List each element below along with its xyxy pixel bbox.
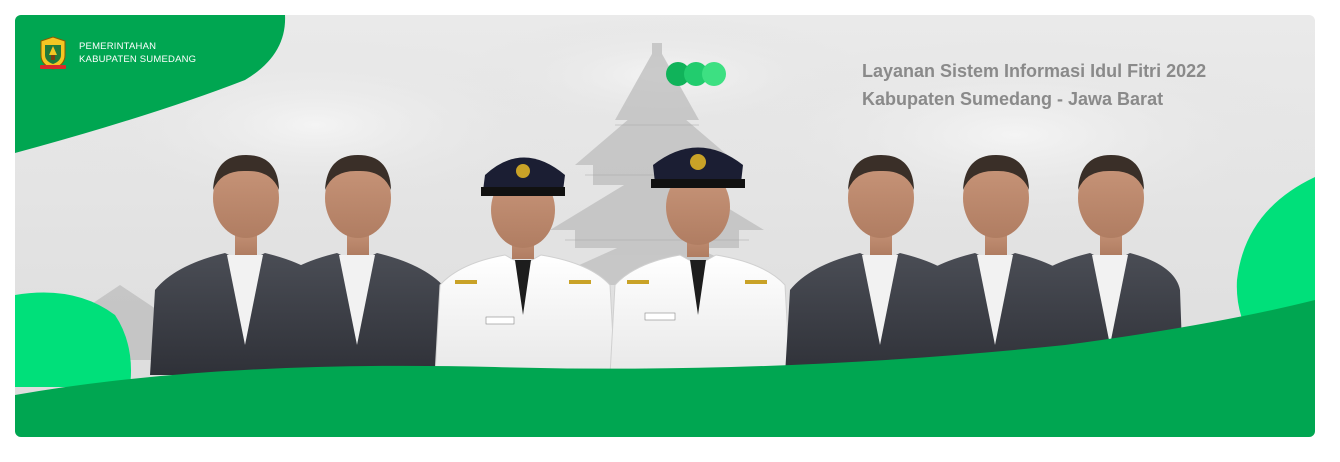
carousel-indicator[interactable] <box>666 62 726 86</box>
bottom-green-wave <box>15 300 1315 437</box>
headline-line-1: Layanan Sistem Informasi Idul Fitri 2022 <box>862 61 1207 81</box>
carousel-dot-3[interactable] <box>702 62 726 86</box>
brand-header[interactable]: PEMERINTAHAN KABUPATEN SUMEDANG <box>37 35 196 71</box>
banner-headline: Layanan Sistem Informasi Idul Fitri 2022… <box>862 57 1206 113</box>
brand-line-2: KABUPATEN SUMEDANG <box>79 54 197 65</box>
brand-line-1: PEMERINTAHAN <box>79 41 157 52</box>
hero-banner: PEMERINTAHAN KABUPATEN SUMEDANG Layanan … <box>15 15 1315 437</box>
regency-crest-icon <box>40 36 66 70</box>
bottom-left-green-blob <box>15 292 131 387</box>
headline-line-2: Kabupaten Sumedang - Jawa Barat <box>862 89 1164 109</box>
brand-text: PEMERINTAHAN KABUPATEN SUMEDANG <box>79 40 196 66</box>
